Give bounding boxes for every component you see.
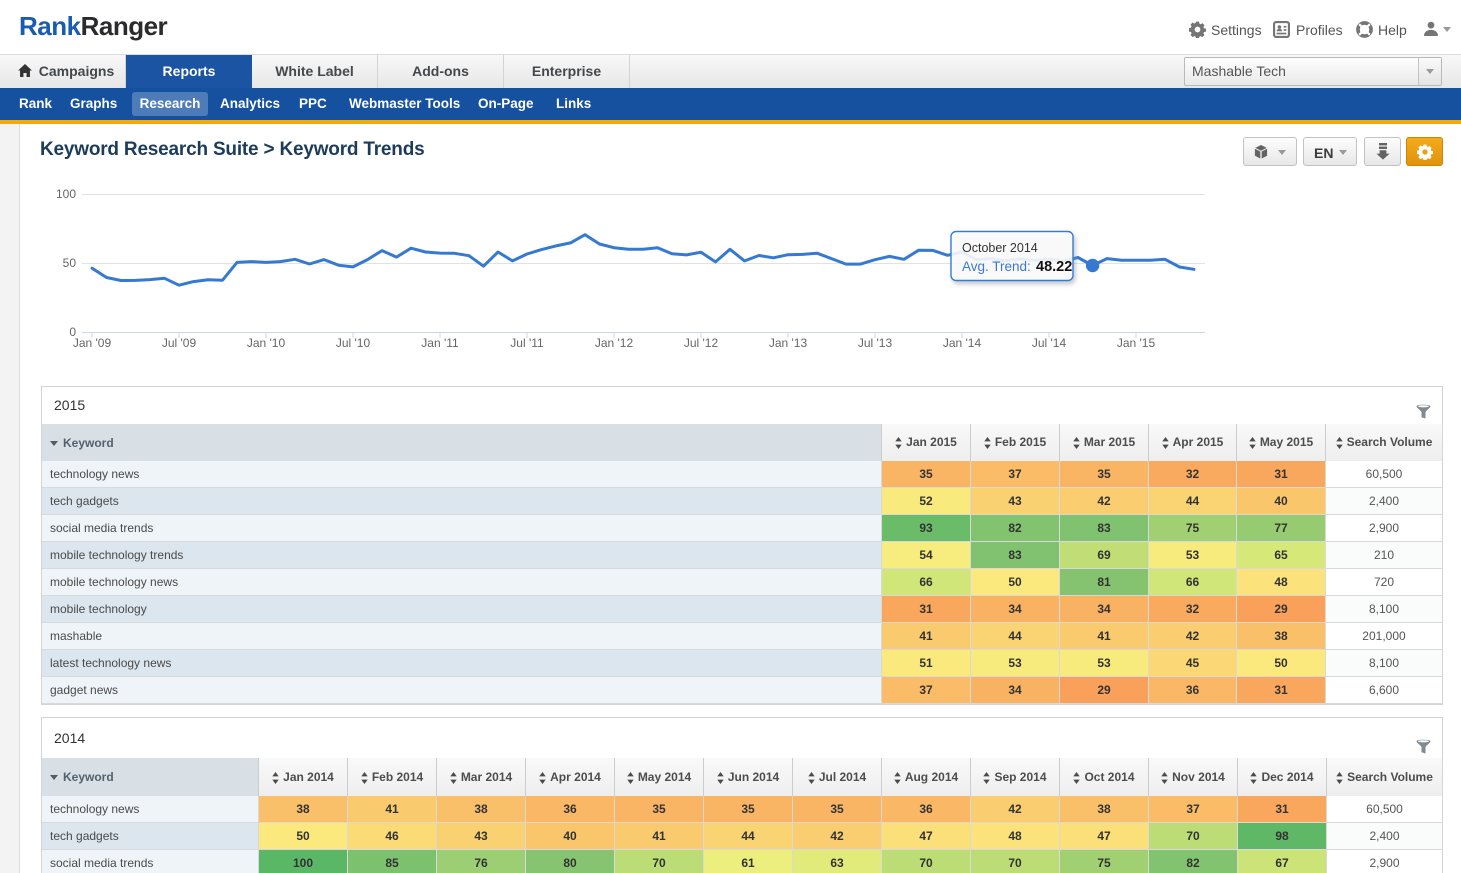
svg-text:Jul '14: Jul '14 (1032, 336, 1067, 350)
svg-text:50: 50 (63, 256, 77, 270)
svg-text:Jul '12: Jul '12 (684, 336, 719, 350)
svg-text:48.22: 48.22 (1036, 259, 1072, 275)
svg-text:Jan '12: Jan '12 (595, 336, 634, 350)
svg-text:100: 100 (56, 187, 76, 201)
svg-text:Jul '11: Jul '11 (510, 336, 544, 350)
svg-text:Jan '14: Jan '14 (943, 336, 982, 350)
svg-text:Jul '10: Jul '10 (336, 336, 371, 350)
svg-text:Jul '13: Jul '13 (858, 336, 893, 350)
svg-text:Jan '13: Jan '13 (769, 336, 808, 350)
svg-text:Jan '09: Jan '09 (73, 336, 112, 350)
svg-text:October 2014: October 2014 (962, 241, 1038, 255)
svg-text:Avg. Trend:: Avg. Trend: (962, 259, 1031, 274)
svg-text:Jul '09: Jul '09 (162, 336, 197, 350)
svg-text:Jan '11: Jan '11 (421, 336, 459, 350)
svg-text:Jan '15: Jan '15 (1117, 336, 1156, 350)
svg-text:Jan '10: Jan '10 (247, 336, 286, 350)
